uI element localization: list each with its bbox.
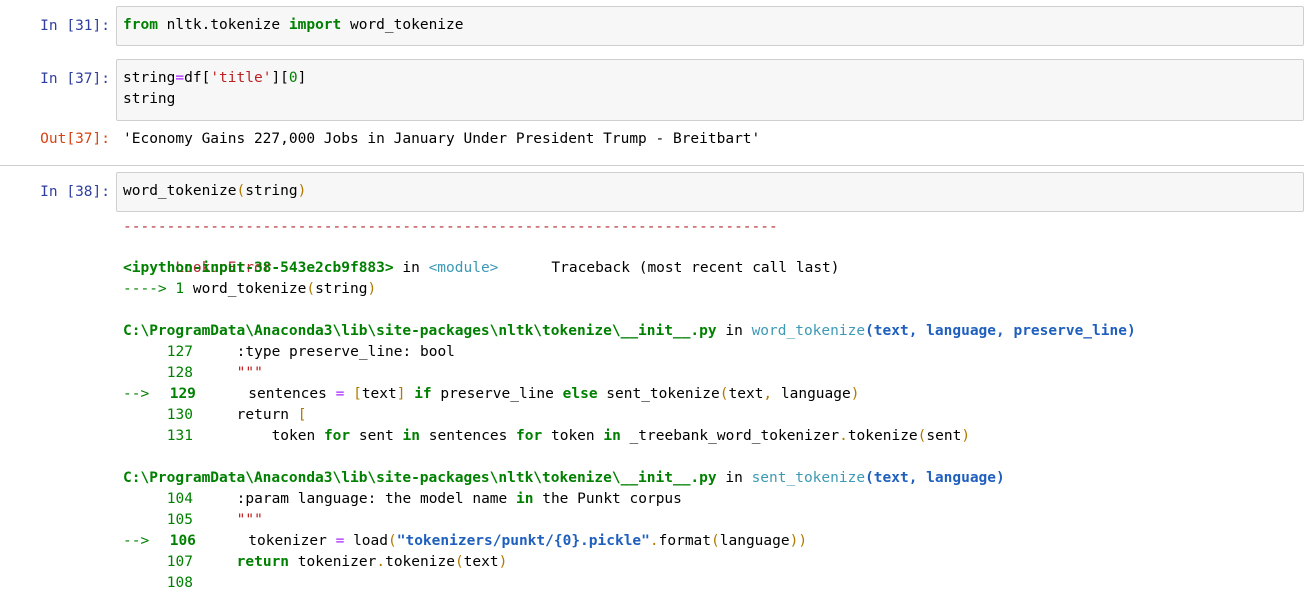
code-editor[interactable]: string=df['title'][0] string [116,59,1304,121]
traceback-header: LookupError Traceback (most recent call l… [123,237,1304,276]
traceback-output: ----------------------------------------… [116,218,1304,594]
input-prompt: In [38]: [40,184,110,200]
code-line: word_tokenize(string) [123,183,307,199]
code-cell-31[interactable]: In [31]: from nltk.tokenize import word_… [0,6,1304,46]
source-line: 130 return [ [166,407,307,423]
source-line: 128 """ [166,365,263,381]
cell-divider [0,165,1304,166]
source-line: 131 token for sent in sentences for toke… [166,428,971,444]
input-prompt: In [31]: [40,18,110,34]
arrow-line: ----> 1 word_tokenize(string) [123,281,377,297]
source-line: 108 [166,575,193,591]
code-cell-37[interactable]: In [37]: string=df['title'][0] string Ou… [0,59,1304,159]
code-line: from nltk.tokenize import word_tokenize [123,17,464,33]
input-prompt: In [37]: [40,71,110,87]
current-source-line: --> 129 sentences = [text] if preserve_l… [123,386,860,402]
traceback-dashes: ----------------------------------------… [123,219,778,235]
traceback-title: Traceback (most recent call last) [551,260,840,276]
output-text: 'Economy Gains 227,000 Jobs in January U… [123,131,761,147]
code-cell-38[interactable]: In [38]: word_tokenize(string) ---------… [0,172,1304,609]
code-line: string=df['title'][0] [123,70,307,86]
source-line: 104 :param language: the model name in t… [166,491,682,507]
source-line: 127 :type preserve_line: bool [166,344,455,360]
output-prompt: Out[37]: [40,131,110,147]
code-line: string [123,91,176,107]
source-line: 107 return tokenizer.tokenize(text) [166,554,508,570]
current-source-line: --> 106 tokenizer = load("tokenizers/pun… [123,533,808,549]
frame-header: C:\ProgramData\Anaconda3\lib\site-packag… [123,470,1005,486]
source-line: 105 """ [166,512,263,528]
code-editor[interactable]: word_tokenize(string) [116,172,1304,212]
frame-header: C:\ProgramData\Anaconda3\lib\site-packag… [123,323,1136,339]
code-editor[interactable]: from nltk.tokenize import word_tokenize [116,6,1304,46]
